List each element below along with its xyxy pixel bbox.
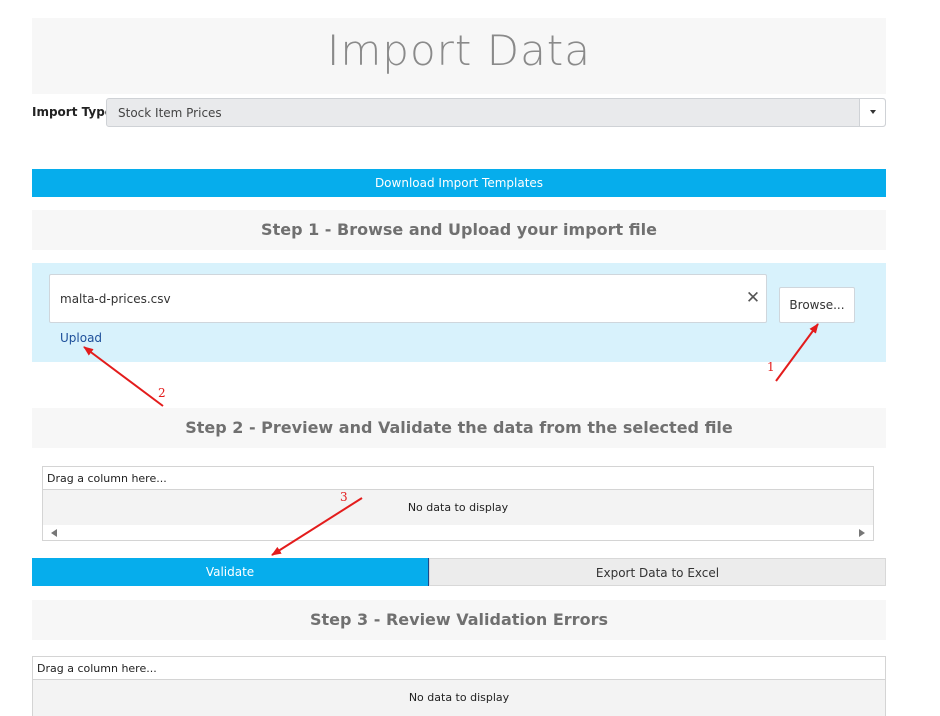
validation-errors-grid: Drag a column here... No data to display <box>32 656 886 716</box>
export-excel-button[interactable]: Export Data to Excel <box>429 558 886 586</box>
empty-message: No data to display <box>33 680 885 716</box>
preview-grid: Drag a column here... No data to display <box>42 466 874 541</box>
validate-button[interactable]: Validate <box>32 558 429 586</box>
step3-heading: Step 3 - Review Validation Errors <box>32 600 886 640</box>
horizontal-scrollbar[interactable] <box>43 526 873 540</box>
file-name: malta-d-prices.csv <box>60 292 171 306</box>
import-type-dropdown-toggle[interactable] <box>859 99 885 126</box>
download-templates-button[interactable]: Download Import Templates <box>32 169 886 197</box>
annotation-label-1: 1 <box>767 360 775 374</box>
group-by-panel[interactable]: Drag a column here... <box>33 657 885 680</box>
file-input[interactable]: malta-d-prices.csv ✕ <box>49 274 767 323</box>
step2-heading: Step 2 - Preview and Validate the data f… <box>32 408 886 448</box>
import-type-value: Stock Item Prices <box>118 106 222 120</box>
arrow-left-icon[interactable] <box>51 529 57 537</box>
upload-link[interactable]: Upload <box>60 331 102 345</box>
caret-down-icon <box>870 110 876 114</box>
arrow-right-icon[interactable] <box>859 529 865 537</box>
empty-message: No data to display <box>43 490 873 525</box>
import-type-select[interactable]: Stock Item Prices <box>106 98 886 127</box>
group-by-panel[interactable]: Drag a column here... <box>43 467 873 490</box>
step1-heading: Step 1 - Browse and Upload your import f… <box>32 210 886 250</box>
close-icon[interactable]: ✕ <box>745 288 761 308</box>
browse-button[interactable]: Browse... <box>779 287 855 323</box>
annotation-label-3: 3 <box>340 490 348 504</box>
annotation-label-2: 2 <box>158 386 166 400</box>
import-type-label: Import Type: <box>32 105 118 119</box>
page-title: Import Data <box>326 26 592 75</box>
